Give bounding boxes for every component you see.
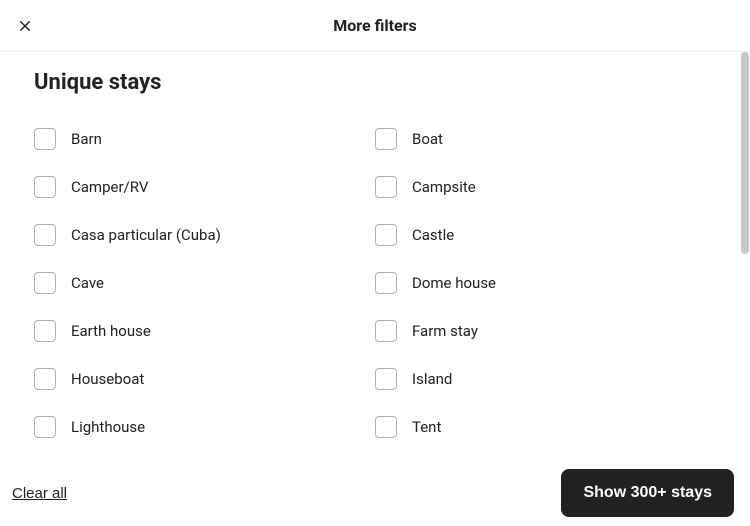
option-item[interactable]: Barn xyxy=(34,115,375,163)
option-item[interactable]: Camper/RV xyxy=(34,163,375,211)
checkbox[interactable] xyxy=(34,320,56,342)
option-label: Island xyxy=(412,370,452,388)
scrollbar-thumb[interactable] xyxy=(741,52,749,254)
clear-all-button[interactable]: Clear all xyxy=(6,475,73,512)
checkbox[interactable] xyxy=(375,416,397,438)
option-label: Tent xyxy=(412,418,441,436)
option-item[interactable]: Campsite xyxy=(375,163,716,211)
option-label: Boat xyxy=(412,130,443,148)
option-label: Lighthouse xyxy=(71,418,145,436)
checkbox[interactable] xyxy=(34,416,56,438)
option-label: Castle xyxy=(412,226,454,244)
option-label: Cave xyxy=(71,274,104,292)
option-item[interactable]: Cave xyxy=(34,259,375,307)
checkbox[interactable] xyxy=(375,320,397,342)
option-item[interactable]: Island xyxy=(375,355,716,403)
option-label: Casa particular (Cuba) xyxy=(71,226,221,244)
option-item[interactable]: Boat xyxy=(375,115,716,163)
option-label: Dome house xyxy=(412,274,496,292)
modal-content: Unique stays Barn Boat Camper/RV Campsite Ca… xyxy=(0,52,750,460)
options-grid: Barn Boat Camper/RV Campsite Casa particular… xyxy=(34,115,716,451)
option-item[interactable]: Lighthouse xyxy=(34,403,375,451)
checkbox[interactable] xyxy=(375,224,397,246)
option-label: Campsite xyxy=(412,178,476,196)
option-item[interactable]: Casa particular (Cuba) xyxy=(34,211,375,259)
modal-footer: Clear all Show 300+ stays xyxy=(0,460,750,526)
option-label: Barn xyxy=(71,130,102,148)
checkbox[interactable] xyxy=(375,272,397,294)
checkbox[interactable] xyxy=(34,224,56,246)
checkbox[interactable] xyxy=(34,368,56,390)
section-title-unique-stays: Unique stays xyxy=(34,52,716,115)
close-button[interactable] xyxy=(13,14,37,38)
checkbox[interactable] xyxy=(375,128,397,150)
close-icon xyxy=(18,19,32,33)
option-label: Farm stay xyxy=(412,322,478,340)
option-item[interactable]: Castle xyxy=(375,211,716,259)
modal-header: More filters xyxy=(0,0,750,52)
option-item[interactable]: Farm stay xyxy=(375,307,716,355)
checkbox[interactable] xyxy=(34,128,56,150)
option-item[interactable]: Earth house xyxy=(34,307,375,355)
option-label: Camper/RV xyxy=(71,178,148,196)
modal-title: More filters xyxy=(20,16,730,35)
option-item[interactable]: Dome house xyxy=(375,259,716,307)
option-item[interactable]: Tent xyxy=(375,403,716,451)
checkbox[interactable] xyxy=(375,176,397,198)
show-results-button[interactable]: Show 300+ stays xyxy=(561,469,734,517)
option-label: Houseboat xyxy=(71,370,144,388)
checkbox[interactable] xyxy=(34,176,56,198)
checkbox[interactable] xyxy=(34,272,56,294)
checkbox[interactable] xyxy=(375,368,397,390)
option-item[interactable]: Houseboat xyxy=(34,355,375,403)
option-label: Earth house xyxy=(71,322,151,340)
scrollbar[interactable] xyxy=(740,52,750,460)
